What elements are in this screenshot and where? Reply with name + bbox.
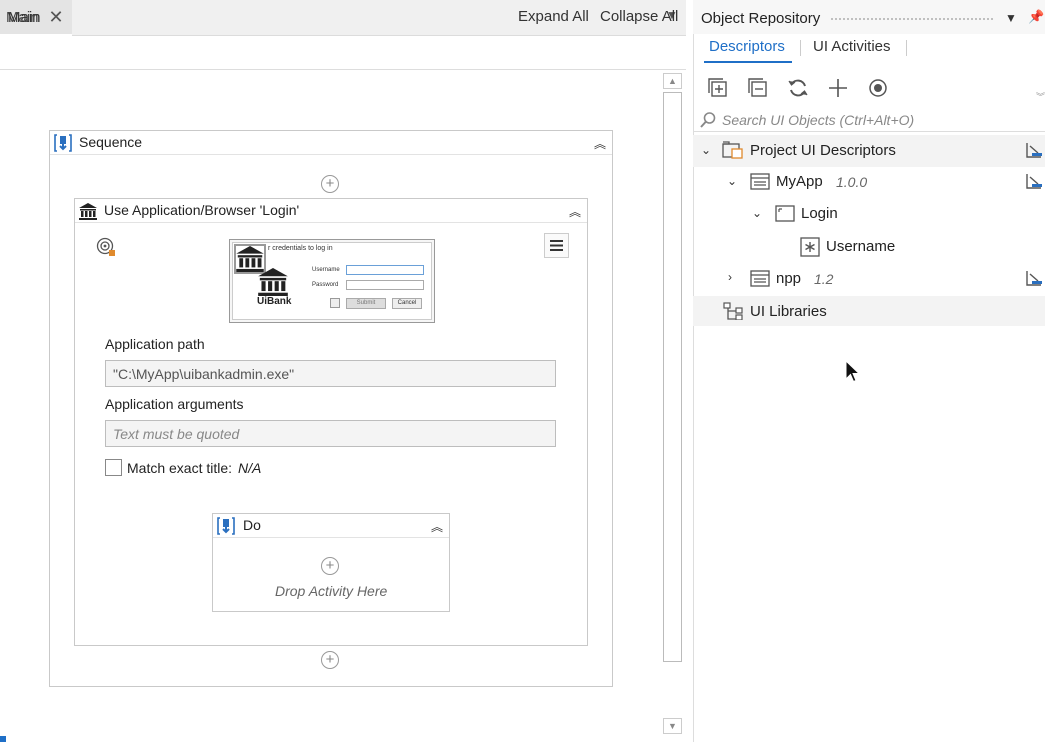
tab-divider [906,40,907,56]
expand-all-button[interactable]: Expand All [518,8,589,25]
status-marker [0,736,6,742]
application-icon [750,173,770,190]
refresh-icon[interactable] [787,77,809,99]
chevron-down-icon[interactable]: ⌄ [701,143,711,157]
scroll-down-icon[interactable]: ▼ [663,718,682,734]
tree-item-ui-libraries[interactable] [693,296,1045,326]
import-icon[interactable] [1025,172,1043,190]
element-icon [800,237,820,257]
screenshot-password-label: Password [312,282,339,288]
screenshot-prompt: r credentials to log in [268,245,333,252]
use-application-title: Use Application/Browser 'Login' [104,202,300,218]
chevron-down-icon[interactable]: ▼ [1005,11,1017,25]
chevron-down-icon[interactable]: ⌄ [727,174,737,188]
close-icon[interactable]: ✕ [49,7,64,28]
sequence-title: Sequence [79,134,143,150]
tree-item-label: UI Libraries [750,303,827,320]
application-screenshot: r credentials to log in UiBank Username … [229,239,435,323]
tab-ui-activities[interactable]: UI Activities [813,38,891,55]
add-icon[interactable] [827,77,849,99]
collapse-all-button[interactable]: Collapse All [600,8,678,25]
application-path-label: Application path [105,336,205,352]
tree-item-login[interactable]: Login [801,205,838,222]
sequence-icon [217,517,235,535]
project-icon [722,141,743,159]
indicate-target-icon[interactable] [95,236,117,258]
breadcrumb-bar [0,36,686,70]
screenshot-password-field [346,280,424,290]
application-arguments-label: Application arguments [105,396,244,412]
match-exact-title-checkbox[interactable] [105,459,122,476]
screenshot-username-field [346,265,424,275]
activity-menu-button[interactable] [544,233,569,258]
screenshot-brand: UiBank [257,296,292,307]
expand-all-icon[interactable] [707,77,729,99]
use-application-header[interactable]: Use Application/Browser 'Login' ︽ [75,199,587,223]
add-activity-icon[interactable]: + [321,557,339,575]
pin-icon[interactable]: 📌 [1028,9,1044,25]
screenshot-cancel: Cancel [392,298,422,309]
mouse-cursor-icon [845,360,861,383]
tree-item-version: 1.0.0 [836,174,868,190]
tree-item-myapp[interactable]: MyApp [776,173,823,190]
tree-item-version: 1.2 [814,271,834,287]
breadcrumb[interactable]: Main [8,9,41,26]
screenshot-username-label: Username [312,267,340,273]
screen-icon [775,205,795,222]
library-icon [723,302,743,320]
screenshot-gear-icon [330,298,340,308]
scroll-thumb[interactable] [663,92,682,662]
scroll-up-icon[interactable]: ▲ [663,73,682,89]
record-icon[interactable] [867,77,889,99]
chevron-right-icon[interactable]: › [728,270,732,284]
active-tab-indicator [704,61,792,63]
import-icon[interactable] [1025,141,1043,159]
chevron-down-icon[interactable]: ⌄ [752,206,762,220]
sequence-icon [54,134,72,152]
search-input[interactable]: Search UI Objects (Ctrl+Alt+O) [722,112,914,128]
application-path-field[interactable]: "C:\MyApp\uibankadmin.exe" [105,360,556,387]
panel-title: Object Repository [701,10,821,27]
tree-item-npp[interactable]: npp [776,270,801,287]
add-activity-icon[interactable]: + [321,651,339,669]
panel-grip[interactable] [830,17,995,21]
collapse-chevron-icon[interactable]: ︽ [594,135,606,152]
application-arguments-field[interactable]: Text must be quoted [105,420,556,447]
match-exact-title-value: N/A [238,460,262,476]
collapse-all-icon[interactable] [747,77,769,99]
application-icon [750,270,770,287]
tree-item-username[interactable]: Username [826,238,895,255]
add-activity-icon[interactable]: + [321,175,339,193]
collapse-chevron-icon[interactable]: ︽ [569,203,581,220]
import-icon[interactable] [1025,269,1043,287]
search-icon [700,112,716,128]
tab-divider [800,40,801,56]
do-title: Do [243,517,261,533]
toolbar-overflow-icon[interactable]: ︾ [1036,90,1045,103]
match-exact-title-label: Match exact title: [127,460,233,476]
do-header[interactable]: Do ︽ [213,514,449,538]
collapse-chevron-icon[interactable]: ︽ [431,518,443,535]
vertical-scrollbar[interactable]: ▲ ▼ [662,70,684,742]
sequence-header[interactable]: Sequence ︽ [50,131,612,155]
tab-descriptors[interactable]: Descriptors [709,38,785,55]
menu-icon [550,240,563,251]
bank-logo-icon [258,268,288,296]
drop-activity-hint: Drop Activity Here [275,583,388,599]
screenshot-submit: Submit [346,298,386,309]
tree-item-label: Project UI Descriptors [750,142,896,159]
bank-icon [79,203,97,220]
